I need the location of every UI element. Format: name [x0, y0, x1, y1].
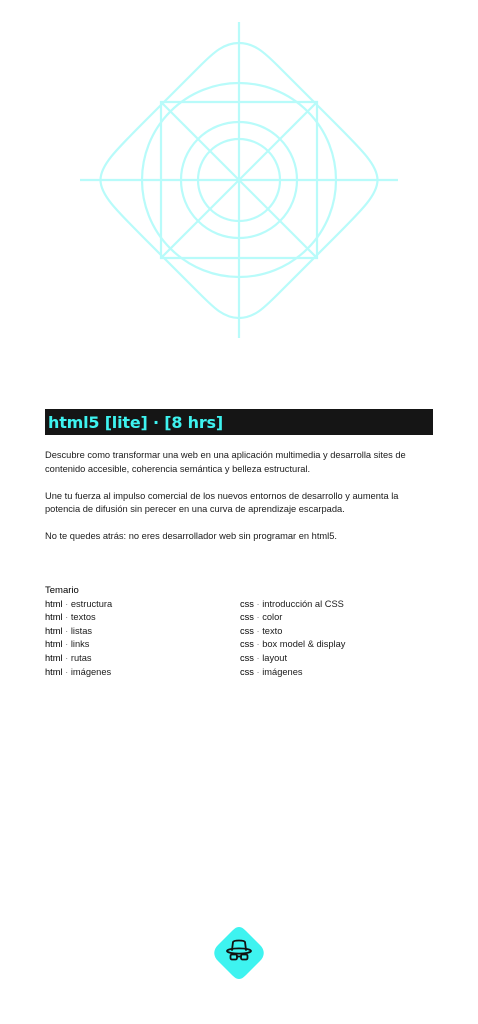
html-topics-column: html · estructura html · textos html · l…: [45, 598, 240, 680]
list-item: css · texto: [240, 625, 283, 636]
list-item: html · estructura: [45, 598, 113, 609]
syllabus-heading: Temario: [45, 585, 79, 596]
incognito-hat-glasses-icon: [214, 927, 264, 979]
syllabus-section: Temario html · estructura html · textos …: [45, 584, 435, 679]
hero-grid-graphic: [0, 0, 478, 360]
list-item: css · box model & display: [240, 639, 346, 650]
list-item: html · listas: [45, 625, 93, 636]
description-paragraph-1: Descubre como transformar una web en una…: [45, 450, 406, 474]
description-paragraph-3: No te quedes atrás: no eres desarrollado…: [45, 531, 337, 541]
list-item: css · color: [240, 612, 283, 623]
course-description: Descubre como transformar una web en una…: [45, 449, 435, 557]
course-title-bar: html5 [lite] · [8 hrs]: [45, 409, 433, 435]
course-title: html5 [lite] · [8 hrs]: [48, 412, 223, 432]
css-topics-column: css · introducción al CSS css · color cs…: [240, 598, 435, 680]
list-item: html · links: [45, 639, 90, 650]
footer-logo-button[interactable]: [212, 926, 266, 980]
list-item: css · introducción al CSS: [240, 598, 344, 609]
list-item: css · imágenes: [240, 666, 303, 677]
list-item: html · imágenes: [45, 666, 112, 677]
list-item: html · rutas: [45, 652, 92, 663]
description-paragraph-2: Une tu fuerza al impulso comercial de lo…: [45, 490, 399, 515]
app-icon-grid-icon: [80, 22, 398, 338]
list-item: css · layout: [240, 652, 288, 663]
list-item: html · textos: [45, 612, 96, 623]
